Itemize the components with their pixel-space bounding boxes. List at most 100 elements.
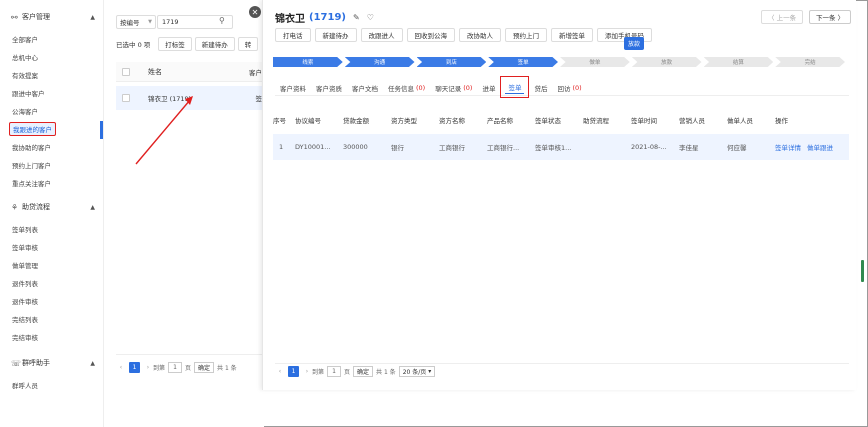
sidebar-item-valid-proposals[interactable]: 有效提案 [12,68,38,82]
tag-button[interactable]: 打标签 [158,37,192,51]
select-all-checkbox[interactable] [122,67,130,76]
tab-chat-records[interactable]: 聊天记录 (0) [430,80,477,95]
tab-label: 贷后 [534,84,548,93]
goto-confirm-button[interactable]: 确定 [353,366,374,377]
sidebar-item-order-management[interactable]: 做单管理 [12,258,38,272]
tab-count: (0) [416,83,426,92]
search-type-select[interactable]: 按编号 ▼ [116,15,156,29]
sidebar-item-public-pool[interactable]: 公海客户 [12,104,38,118]
table-cell: 签单审核1... [535,144,572,152]
sidebar-item-my-followed[interactable]: 我跟进的客户 [9,122,56,136]
order-followup-link[interactable]: 做单跟进 [807,144,833,152]
table-cell: 何应馨 [727,144,747,152]
sidebar-item-return-review[interactable]: 退件审核 [12,294,38,308]
detail-title: 锦衣卫 (1719) ✎ ♡ [275,10,374,25]
tab-customer-qualification[interactable]: 客户资质 [311,80,347,95]
flow-icon: ⚘ [11,202,19,212]
heart-icon[interactable]: ♡ [367,13,374,22]
goto-confirm-button[interactable]: 确定 [194,362,215,373]
column-header: 助贷流程 [583,117,609,125]
sidebar-item-all-customers[interactable]: 全部客户 [12,32,38,46]
sidebar-item-my-assisted[interactable]: 我协助的客户 [12,140,51,154]
sign-detail-link[interactable]: 签单详情 [775,144,801,152]
sidebar-item-call-staff[interactable]: 群呼人员 [12,378,38,392]
chevron-down-icon: ▾ [428,368,432,375]
sidebar-item-appointments[interactable]: 预约上门客户 [12,158,51,172]
sidebar-group-customer[interactable]: ⚯ 客户管理 ▲ [0,8,104,26]
sidebar-item-sign-review[interactable]: 签单审核 [12,240,38,254]
new-sign-button[interactable]: 新增签单 [551,28,593,42]
sidebar-item-switchboard[interactable]: 总机中心 [12,50,38,64]
chevron-up-icon[interactable]: ▲ [90,204,95,211]
page-number[interactable]: 1 [288,366,299,377]
next-record-button[interactable]: 下一条 〉 [809,10,852,24]
page-number[interactable]: 1 [129,362,140,373]
tab-customer-docs[interactable]: 客户文档 [347,80,383,95]
step-complete: 完结 [775,57,845,67]
list-pagination: ‹ 1 › 到第 1 页 确定 共 1 条 [116,354,266,380]
goto-page-input[interactable]: 1 [168,362,183,373]
column-header: 签单时间 [631,117,657,125]
chevron-up-icon[interactable]: ▲ [90,360,95,367]
phone-icon: ☏ [11,358,22,368]
tab-label: 签单 [508,84,522,92]
customer-title-id: (1719) [309,12,346,23]
row-checkbox[interactable] [122,94,130,102]
recycle-to-pool-button[interactable]: 回收到公海 [406,28,455,42]
tab-label: 聊天记录 [435,84,462,93]
tab-sign[interactable]: 签单 [500,76,530,98]
step-sign: 签单 [488,57,558,67]
tab-label: 任务信息 [388,84,414,93]
call-button[interactable]: 打电话 [275,28,311,42]
scrollbar-handle[interactable] [861,260,864,282]
sidebar-item-sign-list[interactable]: 签单列表 [12,222,38,236]
detail-pagination: ‹ 1 › 到第 1 页 确定 共 1 条 20 条/页 ▾ [275,363,849,377]
column-header: 做单人员 [727,117,753,125]
transfer-button[interactable]: 转 [237,37,259,51]
column-header: 产品名称 [487,117,513,125]
column-header-customer: 客户 [249,68,262,77]
sidebar-item-return-list[interactable]: 退件列表 [12,276,38,290]
tab-revisit[interactable]: 回访 (0) [552,80,586,95]
next-page-icon[interactable]: › [302,368,312,375]
sidebar-item-completed-list[interactable]: 完结列表 [12,312,38,326]
sidebar-group-group-call[interactable]: ☏ 群呼助手 ▲ [0,354,104,372]
action-bar: 打电话 新建待办 改跟进人 回收到公海 改协助人 预约上门 新增签单 添加手机号… [275,28,656,42]
search-icon[interactable]: ⚲ [219,16,225,25]
table-row[interactable]: 1 DY10001... 300000 银行 工商银行 工商银行... 签单审核… [273,134,849,160]
chevron-up-icon[interactable]: ▲ [90,14,95,21]
sidebar-item-following[interactable]: 跟进中客户 [12,86,45,100]
prev-page-icon[interactable]: ‹ [116,364,126,371]
column-header: 资方名称 [439,117,465,125]
table-cell: 1 [279,143,284,151]
edit-icon[interactable]: ✎ [353,13,360,22]
sidebar-item-key-customers[interactable]: 重点关注客户 [12,176,51,190]
step-lead: 线索 [273,57,343,67]
new-todo-button[interactable]: 新建待办 [194,37,235,51]
tab-incoming[interactable]: 进单 [477,80,500,95]
appointment-button[interactable]: 预约上门 [505,28,547,42]
page-size-select[interactable]: 20 条/页 ▾ [398,366,436,377]
sidebar-group-loan-flow[interactable]: ⚘ 助贷流程 ▲ [0,198,104,216]
table-cell: DY10001... [295,143,331,151]
goto-page-input[interactable]: 1 [327,366,342,377]
tab-customer-info[interactable]: 客户资料 [275,80,311,95]
sidebar-group-label: 助贷流程 [22,203,50,211]
prev-record-button[interactable]: 〈 上一条 [761,10,804,24]
table-cell: 李佳星 [679,144,699,152]
selected-count: 已选中 0 项 [116,41,151,49]
sidebar: ⚯ 客户管理 ▲ 全部客户 总机中心 有效提案 跟进中客户 公海客户 我跟进的客… [0,0,104,427]
change-follower-button[interactable]: 改跟进人 [360,28,403,42]
prev-page-icon[interactable]: ‹ [275,368,285,375]
change-assistant-button[interactable]: 改协助人 [459,28,501,42]
tab-post-loan[interactable]: 贷后 [529,80,552,95]
next-page-icon[interactable]: › [143,364,153,371]
new-todo-button[interactable]: 新建待办 [314,28,357,42]
sign-table: 序号 协议编号 贷款金额 资方类型 资方名称 产品名称 签单状态 助贷流程 签单… [273,112,849,160]
close-icon[interactable]: ✕ [249,6,261,18]
sidebar-item-completed-review[interactable]: 完结审核 [12,330,38,344]
tooltip: 放款 [624,37,645,50]
tab-task-info[interactable]: 任务信息 (0) [383,80,430,95]
table-cell: 银行 [391,144,404,152]
sidebar-group-label: 客户管理 [22,13,50,21]
